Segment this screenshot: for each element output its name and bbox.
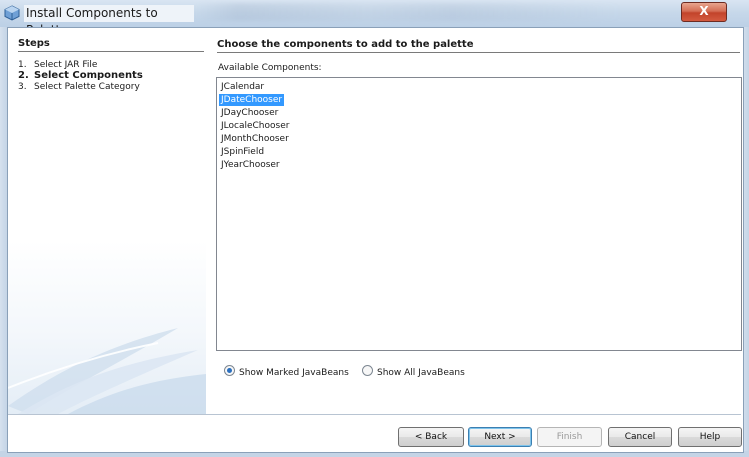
- title-bar-background: [195, 3, 625, 21]
- available-components-label: Available Components:: [218, 63, 322, 73]
- steps-heading: Steps: [18, 38, 204, 52]
- close-button[interactable]: X: [681, 2, 727, 22]
- components-list[interactable]: JCalendar JDateChooser JDayChooser JLoca…: [216, 77, 742, 351]
- next-button[interactable]: Next >: [468, 427, 532, 447]
- title-bar[interactable]: Install Components to Palette X: [0, 0, 749, 37]
- netbeans-cube-icon: [4, 5, 20, 21]
- list-item-jspinfield[interactable]: JSpinField: [219, 146, 266, 158]
- list-item-jlocalechooser[interactable]: JLocaleChooser: [219, 120, 291, 132]
- list-item-jyearchooser[interactable]: JYearChooser: [219, 159, 282, 171]
- install-components-dialog: Install Components to Palette X Steps 1.…: [0, 0, 749, 457]
- step-label: Select Palette Category: [34, 82, 140, 92]
- radio-label: Show All JavaBeans: [377, 368, 465, 378]
- cancel-button[interactable]: Cancel: [608, 427, 672, 447]
- radio-selected-icon[interactable]: [224, 365, 235, 376]
- list-item-jdatechooser[interactable]: JDateChooser: [219, 94, 285, 106]
- step-label: Select Components: [34, 70, 143, 81]
- steps-panel: Steps 1. Select JAR File 2. Select Compone…: [8, 28, 206, 414]
- step-item-select-category: 3. Select Palette Category: [18, 82, 140, 92]
- list-item-jcalendar[interactable]: JCalendar: [219, 81, 266, 93]
- window-title: Install Components to Palette: [24, 5, 194, 37]
- step-item-select-components: 2. Select Components: [18, 70, 143, 81]
- radio-show-marked[interactable]: Show Marked JavaBeans: [224, 365, 349, 379]
- page-heading: Choose the components to add to the pale…: [217, 39, 740, 53]
- list-item-jmonthchooser[interactable]: JMonthChooser: [219, 133, 291, 145]
- decorative-swoosh-graphic: [8, 328, 206, 414]
- finish-button[interactable]: Finish: [537, 427, 602, 447]
- list-item-jdaychooser[interactable]: JDayChooser: [219, 107, 280, 119]
- radio-unselected-icon[interactable]: [362, 365, 373, 376]
- radio-label: Show Marked JavaBeans: [239, 368, 349, 378]
- radio-show-all[interactable]: Show All JavaBeans: [362, 365, 465, 379]
- back-button[interactable]: < Back: [398, 427, 464, 447]
- window-border-left: [0, 27, 7, 457]
- help-button[interactable]: Help: [678, 427, 742, 447]
- step-label: Select JAR File: [34, 60, 98, 70]
- step-item-select-jar: 1. Select JAR File: [18, 60, 98, 70]
